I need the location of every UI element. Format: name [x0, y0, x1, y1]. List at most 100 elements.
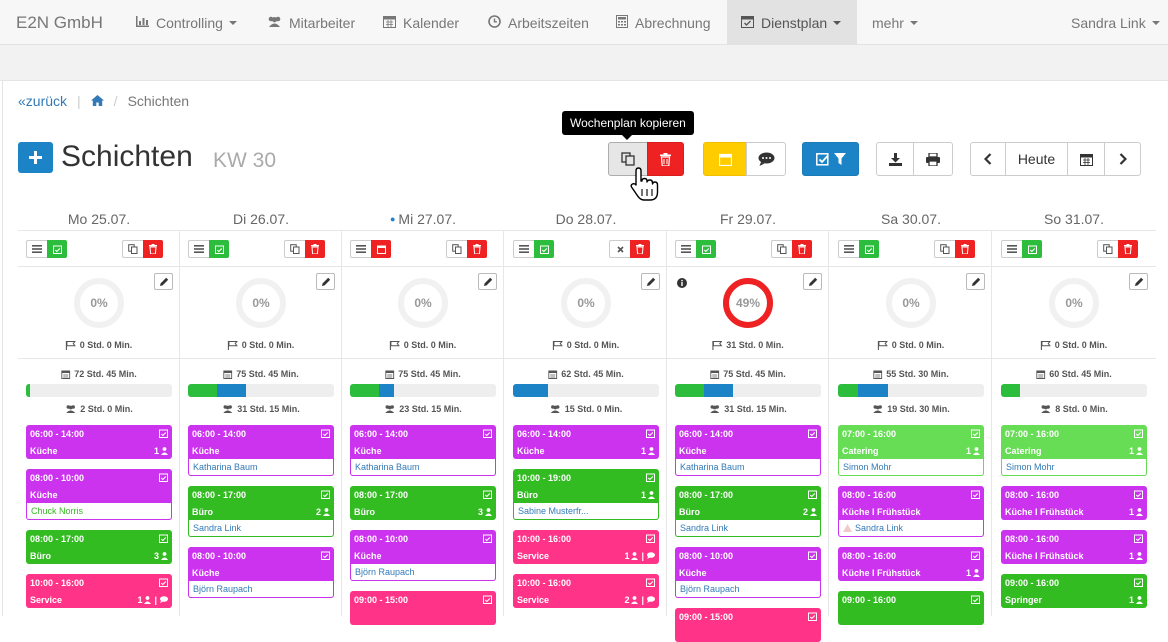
print-button[interactable]	[913, 142, 953, 176]
add-shift-button[interactable]	[18, 142, 53, 173]
edit-note-button[interactable]	[478, 273, 497, 290]
filter-button[interactable]	[802, 142, 859, 176]
day-copy-button[interactable]	[1097, 240, 1119, 258]
day-publish-button[interactable]	[859, 240, 879, 258]
edit-note-button[interactable]	[154, 273, 173, 290]
previous-week-button[interactable]	[970, 142, 1006, 176]
day-delete-button[interactable]	[143, 240, 163, 258]
shift-card[interactable]: 08:00 - 16:00 Küche I Frühstück 1	[838, 547, 984, 581]
day-delete-button[interactable]	[1118, 240, 1138, 258]
edit-note-button[interactable]	[803, 273, 822, 290]
comments-button[interactable]	[746, 142, 786, 176]
shift-card[interactable]: 08:00 - 10:00 Küche Björn Raupach	[675, 547, 821, 598]
edit-note-button[interactable]	[641, 273, 660, 290]
shift-card[interactable]: 10:00 - 16:00 Service 1 |	[513, 530, 659, 564]
shift-card[interactable]: 08:00 - 16:00 Küche I Frühstück Sandra Lin…	[838, 486, 984, 537]
day-list-button[interactable]	[513, 240, 535, 258]
shift-card[interactable]: 09:00 - 16:00 Springer 1	[1001, 574, 1147, 608]
shift-employee[interactable]: Katharina Baum	[188, 459, 334, 476]
shift-employee[interactable]: Simon Mohr	[838, 459, 984, 476]
edit-note-button[interactable]	[1129, 273, 1148, 290]
shift-employee[interactable]: Björn Raupach	[675, 581, 821, 598]
actual-hours-value: 31 Std. 0 Min.	[726, 340, 784, 350]
shift-card[interactable]: 09:00 - 16:00	[838, 591, 984, 625]
date-picker-button[interactable]	[1067, 142, 1105, 176]
shift-card[interactable]: 08:00 - 10:00 Küche Chuck Norris	[26, 469, 172, 520]
day-list-button[interactable]	[26, 240, 48, 258]
next-week-button[interactable]	[1104, 142, 1141, 176]
day-publish-button[interactable]	[696, 240, 716, 258]
day-copy-button[interactable]	[446, 240, 468, 258]
shift-card[interactable]: 06:00 - 14:00 Küche 1	[513, 425, 659, 459]
shift-card[interactable]: 06:00 - 14:00 Küche Katharina Baum	[188, 425, 334, 476]
shift-card[interactable]: 10:00 - 16:00 Service 1 |	[26, 574, 172, 608]
shift-employee[interactable]: Björn Raupach	[350, 564, 496, 581]
day-delete-button[interactable]	[630, 240, 650, 258]
shift-card[interactable]: 07:00 - 16:00 Catering 1 Simon Mohr	[838, 425, 984, 476]
day-publish-button[interactable]	[47, 240, 67, 258]
shift-employee[interactable]: Sandra Link	[675, 520, 821, 537]
day-publish-button[interactable]	[209, 240, 229, 258]
day-copy-button[interactable]	[284, 240, 306, 258]
day-delete-button[interactable]	[467, 240, 487, 258]
nav-mehr[interactable]: mehr	[872, 0, 918, 45]
day-list-button[interactable]	[350, 240, 372, 258]
edit-note-button[interactable]	[966, 273, 985, 290]
day-calendar-button[interactable]	[371, 240, 391, 258]
shift-card[interactable]: 08:00 - 16:00 Küche I Frühstück 1	[1001, 530, 1147, 564]
shift-card[interactable]: 08:00 - 17:00 Büro 3	[350, 486, 496, 520]
day-publish-button[interactable]	[1022, 240, 1042, 258]
day-publish-button[interactable]	[534, 240, 554, 258]
shift-card[interactable]: 06:00 - 14:00 Küche Katharina Baum	[675, 425, 821, 476]
shift-time: 07:00 - 16:00	[1005, 428, 1060, 439]
day-copy-button[interactable]	[122, 240, 144, 258]
user-menu[interactable]: Sandra Link	[1071, 0, 1160, 45]
shift-card[interactable]: 08:00 - 17:00 Büro 3	[26, 530, 172, 564]
day-clear-button[interactable]	[609, 240, 631, 258]
week-calendar-button[interactable]	[703, 142, 747, 176]
shift-employee[interactable]: Sandra Link	[838, 520, 984, 537]
shift-card[interactable]: 10:00 - 19:00 Büro 1 Sabine Musterfr...	[513, 469, 659, 520]
shift-card[interactable]: 08:00 - 17:00 Büro 2 Sandra Link	[675, 486, 821, 537]
shift-card[interactable]: 10:00 - 16:00 Service 2 |	[513, 574, 659, 608]
shift-employee[interactable]: Chuck Norris	[26, 503, 172, 520]
day-delete-button[interactable]	[955, 240, 975, 258]
shift-employee[interactable]: Katharina Baum	[350, 459, 496, 476]
shift-card[interactable]: 07:00 - 16:00 Catering 1 Simon Mohr	[1001, 425, 1147, 476]
shift-card[interactable]: 08:00 - 10:00 Küche Björn Raupach	[188, 547, 334, 598]
shift-card[interactable]: 08:00 - 17:00 Büro 2 Sandra Link	[188, 486, 334, 537]
shift-employee[interactable]: Sandra Link	[188, 520, 334, 537]
nav-dienstplan[interactable]: Dienstplan	[727, 0, 857, 45]
info-icon[interactable]	[677, 275, 689, 288]
today-button[interactable]: Heute	[1005, 142, 1068, 176]
day-list-button[interactable]	[188, 240, 210, 258]
shift-employee[interactable]: Katharina Baum	[675, 459, 821, 476]
shift-card[interactable]: 06:00 - 14:00 Küche 1	[26, 425, 172, 459]
day-list-button[interactable]	[675, 240, 697, 258]
brand-logo[interactable]: E2N GmbH	[16, 13, 103, 33]
day-copy-button[interactable]	[771, 240, 793, 258]
home-icon[interactable]	[90, 94, 104, 109]
shift-card[interactable]: 06:00 - 14:00 Küche Katharina Baum	[350, 425, 496, 476]
shift-employee[interactable]: Simon Mohr	[1001, 459, 1147, 476]
shift-employee[interactable]: Sabine Musterfr...	[513, 503, 659, 520]
edit-note-button[interactable]	[316, 273, 335, 290]
day-list-button[interactable]	[838, 240, 860, 258]
download-button[interactable]	[876, 142, 914, 176]
nav-mitarbeiter[interactable]: Mitarbeiter	[267, 0, 355, 45]
nav-controlling[interactable]: Controlling	[136, 0, 237, 45]
shift-card[interactable]: 08:00 - 10:00 Küche Björn Raupach	[350, 530, 496, 581]
day-delete-button[interactable]	[792, 240, 812, 258]
day-copy-button[interactable]	[934, 240, 956, 258]
nav-kalender[interactable]: Kalender	[383, 0, 459, 45]
shift-card[interactable]: 09:00 - 15:00	[675, 608, 821, 642]
shift-card[interactable]: 09:00 - 15:00	[350, 591, 496, 625]
nav-arbeitszeiten[interactable]: Arbeitszeiten	[488, 0, 589, 45]
day-delete-button[interactable]	[305, 240, 325, 258]
day-list-button[interactable]	[1001, 240, 1023, 258]
shift-card[interactable]: 08:00 - 16:00 Küche I Frühstück 1	[1001, 486, 1147, 520]
back-link[interactable]: «zurück	[18, 93, 67, 109]
nav-abrechnung[interactable]: Abrechnung	[616, 0, 711, 45]
shift-employee[interactable]: Björn Raupach	[188, 581, 334, 598]
shift-meta: 3	[478, 507, 492, 517]
